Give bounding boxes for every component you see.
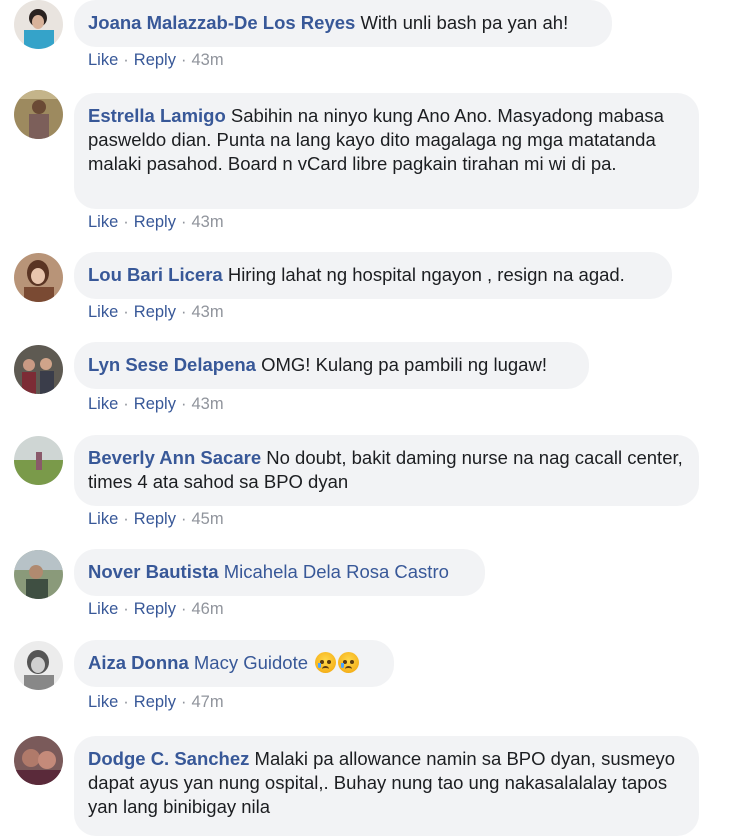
comment-author[interactable]: Estrella Lamigo (88, 105, 226, 126)
comment-bubble: Dodge C. Sanchez Malaki pa allowance nam… (74, 736, 699, 836)
comment-author[interactable]: Joana Malazzab-De Los Reyes (88, 12, 355, 33)
reply-link[interactable]: Reply (134, 600, 176, 618)
comment-actions: Like · Reply · 47m (88, 693, 224, 712)
separator: · (180, 510, 187, 528)
mention-link[interactable]: Macy Guidote (194, 652, 308, 673)
avatar[interactable] (14, 436, 63, 485)
timestamp[interactable]: 43m (191, 213, 223, 231)
separator: · (123, 510, 129, 528)
reply-link[interactable]: Reply (134, 51, 176, 69)
separator: · (123, 693, 129, 711)
timestamp[interactable]: 43m (191, 51, 223, 69)
separator: · (180, 303, 187, 321)
comment-bubble: Beverly Ann Sacare No doubt, bakit damin… (74, 435, 699, 506)
comment-actions: Like · Reply · 45m (88, 510, 224, 529)
avatar[interactable] (14, 253, 63, 302)
comment-bubble: Estrella Lamigo Sabihin na ninyo kung An… (74, 93, 699, 209)
reply-link[interactable]: Reply (134, 510, 176, 528)
separator: · (123, 395, 129, 413)
comment-bubble: Lyn Sese Delapena OMG! Kulang pa pambili… (74, 342, 589, 389)
comment-author[interactable]: Beverly Ann Sacare (88, 447, 261, 468)
avatar[interactable] (14, 345, 63, 394)
timestamp[interactable]: 43m (191, 395, 223, 413)
separator: · (180, 51, 187, 69)
timestamp[interactable]: 43m (191, 303, 223, 321)
like-link[interactable]: Like (88, 213, 118, 231)
comment-bubble: Aiza Donna Macy Guidote (74, 640, 394, 687)
avatar[interactable] (14, 0, 63, 49)
like-link[interactable]: Like (88, 395, 118, 413)
separator: · (123, 303, 129, 321)
comment-author[interactable]: Nover Bautista (88, 561, 219, 582)
reply-link[interactable]: Reply (134, 693, 176, 711)
comment-author[interactable]: Lou Bari Licera (88, 264, 223, 285)
reply-link[interactable]: Reply (134, 395, 176, 413)
comment-author[interactable]: Aiza Donna (88, 652, 189, 673)
avatar[interactable] (14, 641, 63, 690)
avatar[interactable] (14, 550, 63, 599)
like-link[interactable]: Like (88, 693, 118, 711)
comment-bubble: Nover Bautista Micahela Dela Rosa Castro (74, 549, 485, 596)
comment-actions: Like · Reply · 43m (88, 51, 224, 70)
timestamp[interactable]: 45m (191, 510, 223, 528)
separator: · (123, 600, 129, 618)
reply-link[interactable]: Reply (134, 303, 176, 321)
comment-bubble: Joana Malazzab-De Los Reyes With unli ba… (74, 0, 612, 47)
separator: · (180, 693, 187, 711)
reply-link[interactable]: Reply (134, 213, 176, 231)
comment-text: With unli bash pa yan ah! (360, 12, 569, 33)
separator: · (123, 51, 129, 69)
comment-actions: Like · Reply · 43m (88, 303, 224, 322)
avatar[interactable] (14, 90, 63, 139)
comment-text: OMG! Kulang pa pambili ng lugaw! (261, 354, 547, 375)
crying-face-emoji (315, 652, 337, 673)
comment-author[interactable]: Lyn Sese Delapena (88, 354, 256, 375)
timestamp[interactable]: 46m (191, 600, 223, 618)
separator: · (180, 600, 187, 618)
comment-actions: Like · Reply · 43m (88, 395, 224, 414)
comment-author[interactable]: Dodge C. Sanchez (88, 748, 249, 769)
avatar[interactable] (14, 736, 63, 785)
like-link[interactable]: Like (88, 51, 118, 69)
separator: · (180, 213, 187, 231)
separator: · (123, 213, 129, 231)
timestamp[interactable]: 47m (191, 693, 223, 711)
comment-actions: Like · Reply · 43m (88, 213, 224, 232)
crying-face-emoji (338, 652, 360, 673)
comment-text: Hiring lahat ng hospital ngayon , resign… (227, 264, 625, 285)
like-link[interactable]: Like (88, 510, 118, 528)
mention-link[interactable]: Micahela Dela Rosa Castro (224, 561, 449, 582)
like-link[interactable]: Like (88, 303, 118, 321)
like-link[interactable]: Like (88, 600, 118, 618)
comment-actions: Like · Reply · 46m (88, 600, 224, 619)
separator: · (180, 395, 187, 413)
comment-bubble: Lou Bari Licera Hiring lahat ng hospital… (74, 252, 672, 299)
